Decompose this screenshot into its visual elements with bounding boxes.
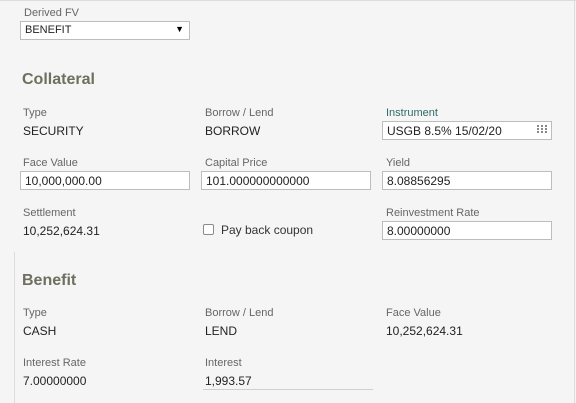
derived-fv-select[interactable]: BENEFIT ▼: [20, 21, 190, 40]
settlement-label: Settlement: [23, 207, 76, 219]
reinvestment-rate-input[interactable]: [382, 221, 552, 240]
interest-underline: [203, 389, 373, 390]
benefit-face-value-value: 10,252,624.31: [386, 324, 463, 338]
collateral-type-label: Type: [23, 107, 47, 119]
triangle-down-icon: ▼: [175, 24, 184, 34]
benefit-borrow-lend-value: LEND: [205, 324, 238, 338]
capital-price-label: Capital Price: [205, 157, 268, 169]
interest-rate-label: Interest Rate: [23, 357, 86, 369]
derived-fv-label: Derived FV: [24, 7, 80, 19]
instrument-label: Instrument: [386, 107, 438, 119]
derived-fv-value: BENEFIT: [25, 24, 72, 36]
interest-rate-value: 7.00000000: [23, 374, 87, 388]
instrument-input[interactable]: [382, 121, 552, 140]
face-value-label: Face Value: [23, 157, 78, 169]
settlement-value: 10,252,624.31: [23, 224, 100, 238]
capital-price-input[interactable]: [201, 171, 371, 190]
collateral-title: Collateral: [22, 71, 95, 88]
reinvestment-rate-label: Reinvestment Rate: [386, 207, 480, 219]
right-border: [574, 0, 575, 403]
benefit-borrow-lend-label: Borrow / Lend: [205, 307, 274, 319]
yield-label: Yield: [386, 157, 411, 169]
collateral-type-value: SECURITY: [23, 124, 84, 138]
collateral-borrow-lend-label: Borrow / Lend: [205, 107, 274, 119]
interest-label: Interest: [205, 357, 242, 369]
benefit-type-value: CASH: [23, 324, 57, 338]
benefit-title: Benefit: [22, 272, 77, 289]
benefit-face-value-label: Face Value: [386, 307, 441, 319]
pay-back-coupon-checkbox[interactable]: [203, 224, 214, 235]
section-divider-left: [14, 252, 15, 403]
interest-value: 1,993.57: [205, 374, 252, 388]
collateral-borrow-lend-value: BORROW: [205, 124, 261, 138]
grid-icon[interactable]: [537, 125, 548, 134]
benefit-type-label: Type: [23, 307, 47, 319]
yield-input[interactable]: [382, 171, 552, 190]
pay-back-coupon-label[interactable]: Pay back coupon: [221, 223, 313, 237]
top-border: [0, 0, 576, 1]
face-value-input[interactable]: [20, 171, 190, 190]
